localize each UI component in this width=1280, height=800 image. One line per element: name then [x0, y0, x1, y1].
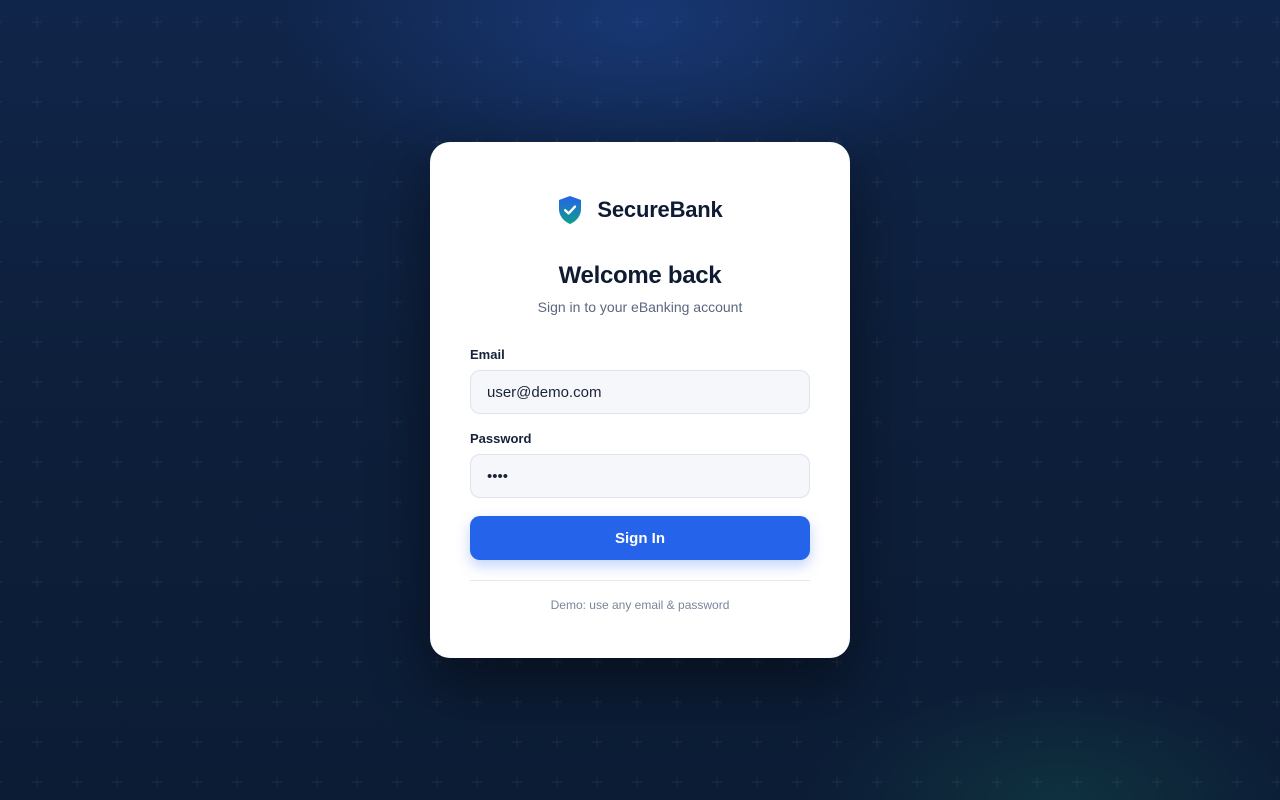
email-label: Email: [470, 347, 505, 362]
password-field-group: Password: [470, 431, 810, 498]
shield-check-icon: [559, 196, 582, 224]
brand-header: SecureBank: [470, 194, 810, 226]
demo-hint: Demo: use any email & password: [550, 598, 730, 612]
password-label: Password: [470, 431, 532, 446]
password-input[interactable]: [470, 454, 810, 498]
divider: [470, 580, 810, 581]
sign-in-button[interactable]: Sign In: [470, 516, 810, 560]
login-card: SecureBank Welcome back Sign in to your …: [430, 142, 850, 658]
page-subtitle: Sign in to your eBanking account: [537, 299, 743, 315]
email-field-group: Email: [470, 347, 810, 414]
brand-name: SecureBank: [597, 197, 723, 222]
email-input[interactable]: [470, 370, 810, 414]
page-title: Welcome back: [558, 262, 722, 289]
